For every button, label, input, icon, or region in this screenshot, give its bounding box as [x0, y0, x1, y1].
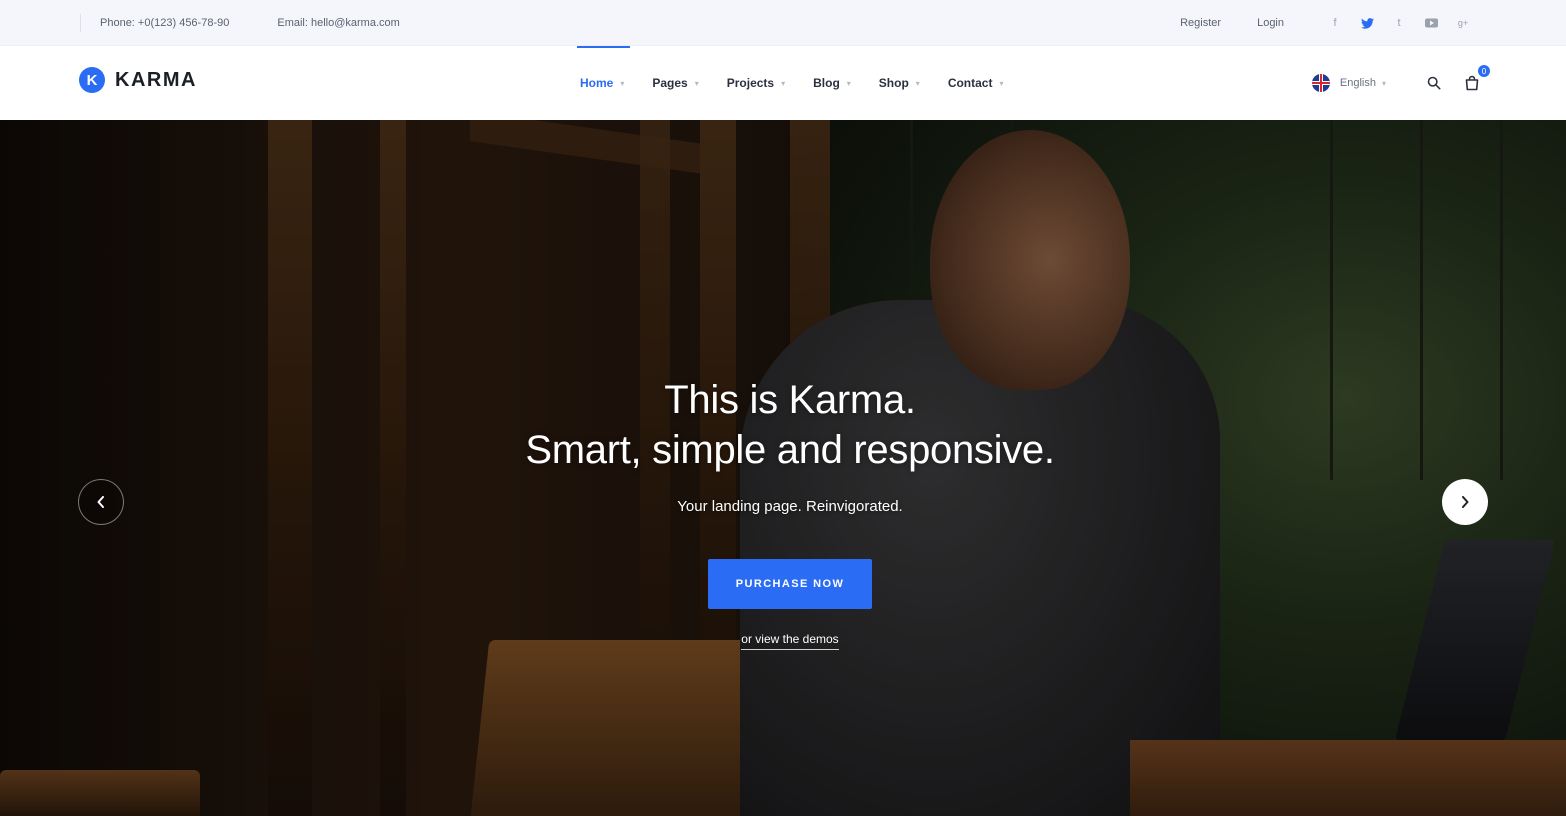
slider-prev-button[interactable] [78, 479, 124, 525]
nav-label: Pages [652, 76, 688, 90]
view-demos-link[interactable]: or view the demos [741, 632, 839, 650]
chevron-left-icon [97, 496, 104, 508]
header-actions: English ▾ 0 [1311, 46, 1490, 120]
nav-label: Home [580, 76, 614, 90]
hero-slider: This is Karma. Smart, simple and respons… [0, 120, 1566, 816]
hero-subtitle: Your landing page. Reinvigorated. [677, 498, 903, 515]
shopping-bag-icon [1465, 75, 1479, 91]
chevron-down-icon: ▾ [999, 78, 1004, 88]
nav-item-projects[interactable]: Projects ▾ [727, 46, 785, 120]
tumblr-icon[interactable]: t [1392, 16, 1406, 30]
cart-button[interactable]: 0 [1462, 65, 1490, 93]
uk-flag-icon [1311, 74, 1330, 92]
search-button[interactable] [1424, 73, 1444, 93]
purchase-now-button[interactable]: PURCHASE NOW [708, 559, 872, 609]
email-address[interactable]: Email: hello@karma.com [277, 17, 399, 29]
chevron-down-icon: ▾ [915, 78, 920, 88]
youtube-icon[interactable] [1424, 16, 1438, 30]
facebook-icon[interactable]: f [1328, 16, 1342, 30]
nav-label: Projects [726, 76, 775, 90]
hero-content: This is Karma. Smart, simple and respons… [0, 120, 1566, 816]
logo[interactable]: K KARMA [79, 67, 197, 93]
chevron-down-icon: ▾ [694, 78, 699, 88]
topbar-divider [80, 14, 81, 32]
main-nav: Home ▾ Pages ▾ Projects ▾ Blog ▾ Shop ▾ Conta… [576, 46, 1032, 120]
cart-count-badge: 0 [1478, 65, 1490, 77]
logo-mark: K [79, 67, 105, 93]
view-demos-container: or view the demos [0, 632, 1566, 650]
nav-label: Blog [813, 76, 840, 90]
twitter-icon[interactable] [1360, 16, 1374, 30]
register-link[interactable]: Register [1180, 17, 1221, 29]
nav-label: Shop [878, 76, 909, 90]
chevron-right-icon [1462, 496, 1469, 508]
hero-title-line-2: Smart, simple and responsive. [525, 428, 1055, 472]
slider-next-button[interactable] [1442, 479, 1488, 525]
nav-item-blog[interactable]: Blog ▾ [813, 46, 851, 120]
chevron-down-icon: ▾ [1381, 78, 1386, 88]
nav-label: Contact [947, 76, 993, 90]
nav-item-shop[interactable]: Shop ▾ [879, 46, 920, 120]
chevron-down-icon: ▾ [846, 78, 851, 88]
logo-text: KARMA [115, 68, 197, 91]
phone-number: Phone: +0(123) 456-78-90 [100, 17, 230, 29]
nav-item-contact[interactable]: Contact ▾ [948, 46, 1004, 120]
google-plus-icon[interactable]: g+ [1456, 16, 1470, 30]
top-bar: Phone: +0(123) 456-78-90 Email: hello@ka… [0, 0, 1566, 46]
login-link[interactable]: Login [1257, 17, 1284, 29]
nav-item-pages[interactable]: Pages ▾ [652, 46, 698, 120]
contact-info: Phone: +0(123) 456-78-90 Email: hello@ka… [100, 0, 400, 46]
search-icon [1427, 76, 1441, 90]
topbar-right: Register Login f t g+ [1144, 0, 1470, 46]
main-header: K KARMA Home ▾ Pages ▾ Projects ▾ Blog ▾ Sho… [0, 46, 1566, 120]
chevron-down-icon: ▾ [781, 78, 786, 88]
hero-title-line-1: This is Karma. [664, 378, 916, 422]
nav-item-home[interactable]: Home ▾ [576, 46, 631, 120]
social-links: f t g+ [1328, 16, 1470, 30]
language-selector[interactable]: English ▾ [1311, 74, 1386, 92]
language-label: English [1339, 77, 1376, 89]
chevron-down-icon: ▾ [620, 78, 625, 88]
